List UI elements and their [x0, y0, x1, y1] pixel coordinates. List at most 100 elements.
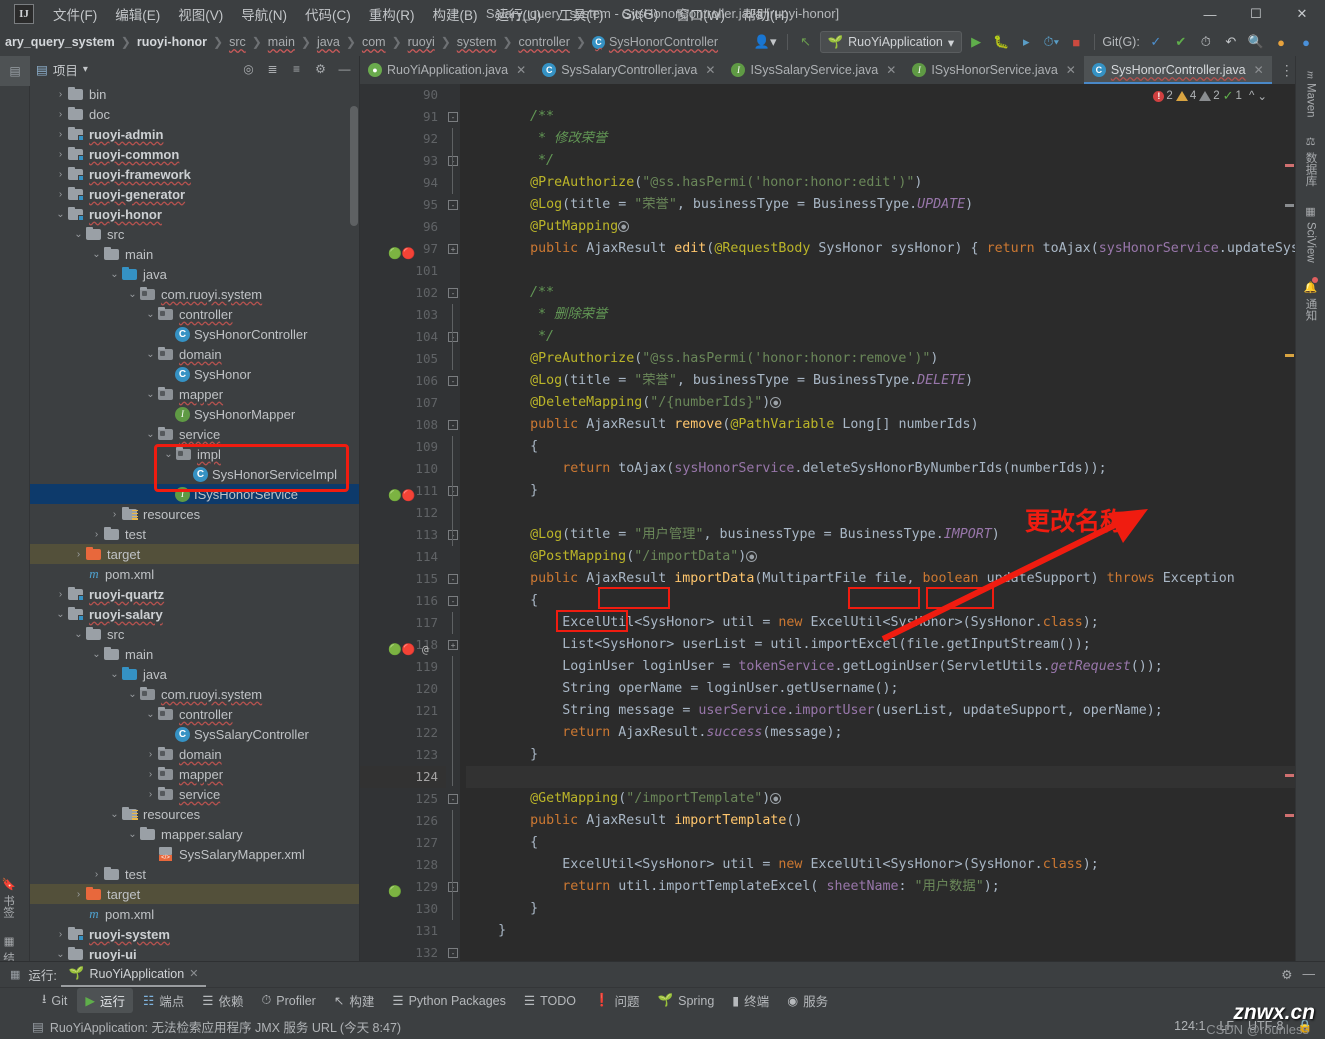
bottom-item-git[interactable]: ⭳ Git: [34, 987, 75, 1014]
breadcrumb-item-class[interactable]: C SysHonorController: [587, 33, 723, 51]
code-line[interactable]: public AjaxResult importTemplate(): [466, 810, 1295, 832]
chevron-down-icon[interactable]: ⌄: [108, 669, 121, 680]
chevron-down-icon[interactable]: ⌄: [54, 209, 67, 220]
code-line[interactable]: {: [466, 436, 1295, 458]
search-icon[interactable]: 🔍: [1245, 31, 1267, 53]
tree-node[interactable]: › resources: [30, 504, 359, 524]
fold-collapse-icon[interactable]: -: [448, 112, 458, 122]
chevron-down-icon[interactable]: ⌄: [108, 269, 121, 280]
tree-node[interactable]: › doc: [30, 104, 359, 124]
minimize-icon[interactable]: —: [336, 61, 353, 78]
fold-expand-icon[interactable]: +: [448, 640, 458, 650]
chevron-down-icon[interactable]: ⌄: [162, 449, 175, 460]
tree-node[interactable]: ⌄ ruoyi-honor: [30, 204, 359, 224]
editor-tab-syssalarycontroller[interactable]: C SysSalaryController.java ✕: [534, 56, 723, 84]
code-line[interactable]: String operName = loginUser.getUsername(…: [466, 678, 1295, 700]
maven-tool-button[interactable]: m Maven: [1305, 62, 1317, 126]
tree-node[interactable]: ⌄ ruoyi-salary: [30, 604, 359, 624]
sciview-tool-button[interactable]: ▦ SciView: [1304, 196, 1317, 272]
next-problem-icon[interactable]: ⌄: [1257, 89, 1267, 103]
code-line[interactable]: @Log(title = "荣誉", businessType = Busine…: [466, 194, 1295, 216]
chevron-down-icon[interactable]: ⌄: [126, 829, 139, 840]
menu-item-view[interactable]: 视图(V): [169, 1, 232, 27]
close-icon[interactable]: ✕: [1066, 63, 1076, 77]
update-project-icon[interactable]: ✓: [1145, 31, 1167, 53]
fold-collapse-icon[interactable]: -: [448, 288, 458, 298]
code-line[interactable]: /**: [466, 106, 1295, 128]
chevron-down-icon[interactable]: ⌄: [144, 349, 157, 360]
tree-node[interactable]: I SysHonorMapper: [30, 404, 359, 424]
editor-marker-bar[interactable]: [1283, 84, 1295, 987]
line-number-gutter[interactable]: 90 91 92 93 94 95 96 97 101 102 103 104 105 106 107 108…: [360, 84, 446, 987]
bottom-item-spring[interactable]: 🌱 Spring: [650, 990, 723, 1011]
breadcrumb-item-system[interactable]: system: [452, 33, 502, 51]
fold-expand-icon[interactable]: +: [448, 244, 458, 254]
coverage-icon[interactable]: ▸: [1015, 31, 1037, 53]
breadcrumb-item-com[interactable]: com: [357, 33, 391, 51]
tree-node[interactable]: › ruoyi-framework: [30, 164, 359, 184]
project-tree[interactable]: › bin › doc › ruoyi-admin › ruoyi-common › ruoyi-…: [30, 82, 359, 987]
profile-icon[interactable]: ⏱▾: [1040, 31, 1062, 53]
code-line[interactable]: ExcelUtil<SysHonor> util = new ExcelUtil…: [466, 854, 1295, 876]
commit-icon[interactable]: ✔: [1170, 31, 1192, 53]
tree-node[interactable]: ⌄ main: [30, 644, 359, 664]
tree-node[interactable]: › ruoyi-admin: [30, 124, 359, 144]
chevron-down-icon[interactable]: ⌄: [72, 229, 85, 240]
menu-item-git[interactable]: Git(G): [613, 4, 668, 25]
menu-item-window[interactable]: 窗口(W): [667, 1, 734, 27]
chevron-right-icon[interactable]: ›: [90, 869, 103, 880]
tree-node[interactable]: › ruoyi-common: [30, 144, 359, 164]
tree-node[interactable]: › mapper: [30, 764, 359, 784]
breadcrumb-item-src[interactable]: src: [224, 33, 251, 51]
code-line[interactable]: @GetMapping("/importTemplate") ●: [466, 788, 1295, 810]
chevron-down-icon[interactable]: ⌄: [144, 709, 157, 720]
close-icon[interactable]: ✕: [886, 63, 896, 77]
chevron-down-icon[interactable]: ⌄: [54, 609, 67, 620]
notification-icon[interactable]: ●: [1270, 31, 1292, 53]
chevron-down-icon[interactable]: ⌄: [126, 289, 139, 300]
tree-node[interactable]: › domain: [30, 744, 359, 764]
fold-collapse-icon[interactable]: -: [448, 530, 458, 540]
code-line[interactable]: String message = userService.importUser(…: [466, 700, 1295, 722]
code-line[interactable]: @PutMapping ●: [466, 216, 1295, 238]
fold-collapse-icon[interactable]: -: [448, 574, 458, 584]
close-icon[interactable]: ✕: [705, 63, 715, 77]
fold-collapse-icon[interactable]: -: [448, 156, 458, 166]
menu-item-file[interactable]: 文件(F): [44, 1, 106, 27]
tree-node[interactable]: I ISysHonorService: [30, 484, 359, 504]
chevron-right-icon[interactable]: ›: [54, 189, 67, 200]
close-icon[interactable]: ✕: [516, 63, 526, 77]
chevron-right-icon[interactable]: ›: [72, 549, 85, 560]
tree-node[interactable]: › target: [30, 544, 359, 564]
editor-tab-ruoyiapplication[interactable]: ● RuoYiApplication.java ✕: [360, 56, 534, 84]
chevron-down-icon[interactable]: ⌄: [144, 429, 157, 440]
menu-item-help[interactable]: 帮助(H): [734, 1, 798, 27]
tree-node[interactable]: › bin: [30, 84, 359, 104]
request-mapping-gutter-icon[interactable]: ●: [618, 220, 630, 232]
editor-tab-isyssalaryservice[interactable]: I ISysSalaryService.java ✕: [723, 56, 904, 84]
stop-icon[interactable]: ■: [1065, 31, 1087, 53]
tree-node[interactable]: ⌄ mapper.salary: [30, 824, 359, 844]
fold-collapse-icon[interactable]: -: [448, 200, 458, 210]
tree-node[interactable]: C SysHonorServiceImpl: [30, 464, 359, 484]
tree-node[interactable]: C SysHonorController: [30, 324, 359, 344]
menu-item-build[interactable]: 构建(B): [424, 1, 487, 27]
chevron-down-icon[interactable]: ⌄: [72, 629, 85, 640]
tree-node[interactable]: › ruoyi-generator: [30, 184, 359, 204]
code-folding-column[interactable]: - - - + - - - - - - - - + - - -: [446, 84, 460, 987]
code-line[interactable]: */: [466, 150, 1295, 172]
bottom-item-run[interactable]: ▶ 运行: [77, 988, 134, 1013]
chevron-right-icon[interactable]: ›: [54, 109, 67, 120]
fold-collapse-icon[interactable]: -: [448, 486, 458, 496]
code-editor[interactable]: ! 2 4 2 ✓ 1 ^ ⌄ 90 91 92 93 94 95 96 97 …: [360, 84, 1295, 987]
run-icon[interactable]: ▶: [965, 31, 987, 53]
run-configuration-selector[interactable]: 🌱 RuoYiApplication ▾: [819, 31, 963, 53]
menu-item-code[interactable]: 代码(C): [296, 1, 360, 27]
tree-node[interactable]: m pom.xml: [30, 904, 359, 924]
close-icon[interactable]: ✕: [189, 967, 198, 980]
minimize-button[interactable]: —: [1187, 0, 1233, 28]
menu-item-run[interactable]: 运行(U): [487, 1, 551, 27]
caret-position[interactable]: 124:1: [1174, 1019, 1205, 1033]
code-line[interactable]: @PreAuthorize("@ss.hasPermi('honor:honor…: [466, 172, 1295, 194]
bottom-item-python-packages[interactable]: ☰ Python Packages: [384, 990, 514, 1011]
